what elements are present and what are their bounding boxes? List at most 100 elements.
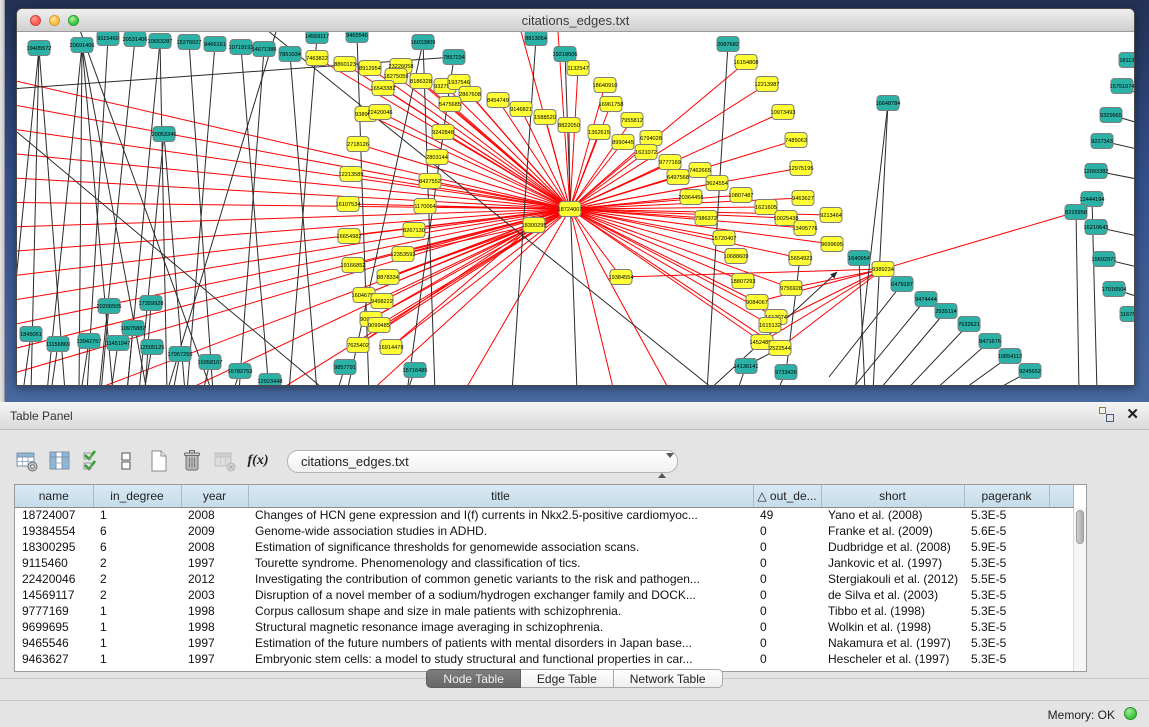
cell-filler[interactable] <box>1049 587 1073 603</box>
table-row[interactable]: 2242004622012Investigating the contribut… <box>15 571 1073 587</box>
cell-year[interactable]: 2008 <box>181 539 248 555</box>
cell-out_degree[interactable]: 0 <box>753 651 821 667</box>
cell-pagerank[interactable]: 5.5E-5 <box>964 571 1049 587</box>
table-row[interactable]: 1938455462009Genome-wide association stu… <box>15 523 1073 539</box>
cell-title[interactable]: Embryonic stem cells: a model to study s… <box>248 651 753 667</box>
scrollbar-thumb[interactable] <box>1076 510 1084 544</box>
cell-name[interactable]: 9699695 <box>15 619 93 635</box>
table-scrollbar[interactable] <box>1073 508 1086 671</box>
table-row[interactable]: 911546021997Tourette syndrome. Phenomeno… <box>15 555 1073 571</box>
select-rows-icon[interactable] <box>80 448 106 474</box>
column-header-pagerank[interactable]: pagerank <box>964 485 1049 507</box>
network-view[interactable]: 1940557220691406911546020531406106532871… <box>17 32 1134 385</box>
show-columns-icon[interactable] <box>47 448 73 474</box>
cell-in_degree[interactable]: 1 <box>93 619 181 635</box>
cell-name[interactable]: 9777169 <box>15 603 93 619</box>
cell-title[interactable]: Changes of HCN gene expression and I(f) … <box>248 507 753 523</box>
cell-short[interactable]: Yano et al. (2008) <box>821 507 964 523</box>
table-row[interactable]: 1830029562008Estimation of significance … <box>15 539 1073 555</box>
tab-edge-table[interactable]: Edge Table <box>521 669 614 688</box>
cell-pagerank[interactable]: 5.3E-5 <box>964 507 1049 523</box>
cell-title[interactable]: Estimation of the future numbers of pati… <box>248 635 753 651</box>
cell-short[interactable]: Hescheler et al. (1997) <box>821 651 964 667</box>
tab-network-table[interactable]: Network Table <box>614 669 723 688</box>
cell-year[interactable]: 1998 <box>181 603 248 619</box>
cell-year[interactable]: 1997 <box>181 651 248 667</box>
delete-column-icon[interactable] <box>179 448 205 474</box>
table-settings-icon[interactable] <box>14 448 40 474</box>
memory-ok-indicator[interactable] <box>1124 707 1137 720</box>
cell-filler[interactable] <box>1049 603 1073 619</box>
table-select-dropdown[interactable]: citations_edges.txt <box>287 450 678 473</box>
cell-name[interactable]: 9465546 <box>15 635 93 651</box>
cell-out_degree[interactable]: 0 <box>753 539 821 555</box>
cell-pagerank[interactable]: 5.3E-5 <box>964 603 1049 619</box>
cell-short[interactable]: Nakamura et al. (1997) <box>821 635 964 651</box>
cell-pagerank[interactable]: 5.3E-5 <box>964 619 1049 635</box>
cell-filler[interactable] <box>1049 555 1073 571</box>
cell-in_degree[interactable]: 6 <box>93 523 181 539</box>
table-row[interactable]: 946362711997Embryonic stem cells: a mode… <box>15 651 1073 667</box>
cell-name[interactable]: 22420046 <box>15 571 93 587</box>
cell-short[interactable]: de Silva et al. (2003) <box>821 587 964 603</box>
cell-year[interactable]: 2008 <box>181 507 248 523</box>
cell-title[interactable]: Structural magnetic resonance image aver… <box>248 619 753 635</box>
column-header-in_degree[interactable]: in_degree <box>93 485 181 507</box>
table-row[interactable]: 969969511998Structural magnetic resonanc… <box>15 619 1073 635</box>
cell-in_degree[interactable]: 1 <box>93 651 181 667</box>
cell-year[interactable]: 1997 <box>181 635 248 651</box>
column-header-filler[interactable] <box>1049 485 1073 507</box>
cell-in_degree[interactable]: 1 <box>93 603 181 619</box>
cell-filler[interactable] <box>1049 507 1073 523</box>
column-header-out_degree[interactable]: △ out_de... <box>753 485 821 507</box>
table-row[interactable]: 946554611997Estimation of the future num… <box>15 635 1073 651</box>
cell-title[interactable]: Genome-wide association studies in ADHD. <box>248 523 753 539</box>
cell-in_degree[interactable]: 1 <box>93 635 181 651</box>
cell-short[interactable]: Tibbo et al. (1998) <box>821 603 964 619</box>
cell-filler[interactable] <box>1049 523 1073 539</box>
cell-year[interactable]: 1997 <box>181 555 248 571</box>
cell-in_degree[interactable]: 6 <box>93 539 181 555</box>
cell-out_degree[interactable]: 49 <box>753 507 821 523</box>
cell-short[interactable]: Dudbridge et al. (2008) <box>821 539 964 555</box>
cell-filler[interactable] <box>1049 539 1073 555</box>
cell-year[interactable]: 2003 <box>181 587 248 603</box>
cell-name[interactable]: 9463627 <box>15 651 93 667</box>
cell-filler[interactable] <box>1049 571 1073 587</box>
float-panel-icon[interactable] <box>1099 407 1114 422</box>
cell-pagerank[interactable]: 5.3E-5 <box>964 651 1049 667</box>
cell-short[interactable]: Stergiakouli et al. (2012) <box>821 571 964 587</box>
close-panel-icon[interactable]: ✕ <box>1126 407 1139 422</box>
column-header-short[interactable]: short <box>821 485 964 507</box>
cell-year[interactable]: 2009 <box>181 523 248 539</box>
cell-pagerank[interactable]: 5.3E-5 <box>964 635 1049 651</box>
network-canvas[interactable]: 1940557220691406911546020531406106532871… <box>17 32 1134 385</box>
cell-short[interactable]: Wolkin et al. (1998) <box>821 619 964 635</box>
cell-title[interactable]: Tourette syndrome. Phenomenology and cla… <box>248 555 753 571</box>
table-row[interactable]: 977716911998Corpus callosum shape and si… <box>15 603 1073 619</box>
cell-pagerank[interactable]: 5.3E-5 <box>964 555 1049 571</box>
cell-name[interactable]: 19384554 <box>15 523 93 539</box>
cell-year[interactable]: 2012 <box>181 571 248 587</box>
cell-name[interactable]: 18300295 <box>15 539 93 555</box>
cell-name[interactable]: 18724007 <box>15 507 93 523</box>
cell-out_degree[interactable]: 0 <box>753 587 821 603</box>
cell-pagerank[interactable]: 5.3E-5 <box>964 587 1049 603</box>
cell-pagerank[interactable]: 5.9E-5 <box>964 539 1049 555</box>
cell-out_degree[interactable]: 0 <box>753 603 821 619</box>
cell-title[interactable]: Disruption of a novel member of a sodium… <box>248 587 753 603</box>
cell-out_degree[interactable]: 0 <box>753 571 821 587</box>
new-column-icon[interactable] <box>146 448 172 474</box>
cell-title[interactable]: Corpus callosum shape and size in male p… <box>248 603 753 619</box>
cell-filler[interactable] <box>1049 635 1073 651</box>
window-titlebar[interactable]: citations_edges.txt <box>17 9 1134 32</box>
table-row[interactable]: 1872400712008Changes of HCN gene express… <box>15 507 1073 523</box>
cell-out_degree[interactable]: 0 <box>753 619 821 635</box>
cell-year[interactable]: 1998 <box>181 619 248 635</box>
column-header-year[interactable]: year <box>181 485 248 507</box>
cell-in_degree[interactable]: 2 <box>93 587 181 603</box>
cell-title[interactable]: Investigating the contribution of common… <box>248 571 753 587</box>
cell-in_degree[interactable]: 1 <box>93 507 181 523</box>
cell-title[interactable]: Estimation of significance thresholds fo… <box>248 539 753 555</box>
cell-out_degree[interactable]: 0 <box>753 555 821 571</box>
